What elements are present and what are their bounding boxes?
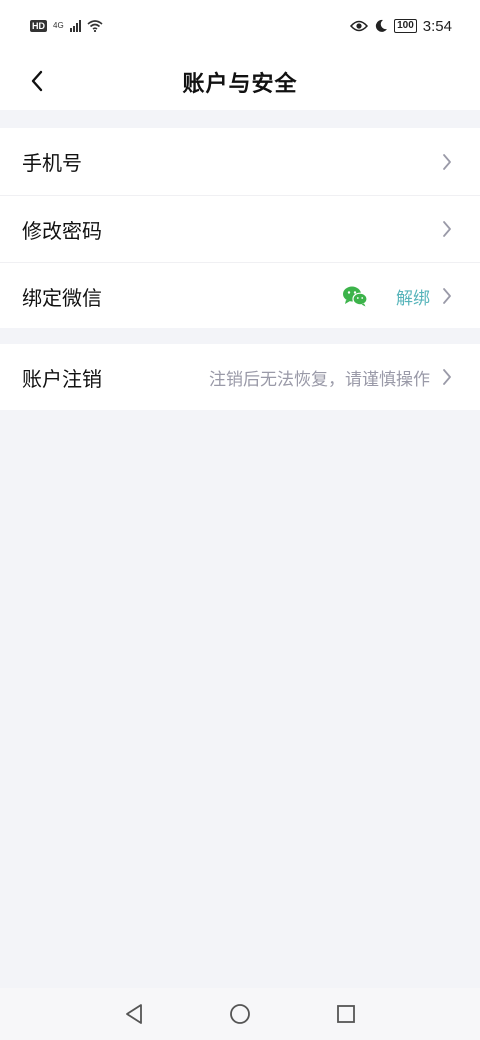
network-type: 4G: [53, 21, 64, 30]
page-title: 账户与安全: [182, 72, 298, 97]
account-settings-card: 手机号 修改密码 绑定微信 解绑: [0, 128, 480, 328]
battery-icon: 100: [394, 19, 417, 33]
phone-right: [430, 152, 454, 172]
chevron-right-icon: [440, 367, 454, 387]
system-nav-bar: [0, 988, 480, 1040]
wechat-icon: [343, 286, 368, 307]
deactivate-account-row[interactable]: 账户注销 注销后无法恢复，请谨慎操作: [0, 344, 480, 410]
deactivate-account-right: 注销后无法恢复，请谨慎操作: [209, 365, 454, 390]
change-password-row[interactable]: 修改密码: [0, 195, 480, 262]
hd-badge: HD: [30, 20, 47, 32]
chevron-right-icon: [440, 152, 454, 172]
status-left: HD 4G: [30, 20, 103, 32]
change-password-label: 修改密码: [22, 218, 102, 243]
wifi-icon: [87, 20, 103, 32]
deactivate-hint: 注销后无法恢复，请谨慎操作: [209, 369, 430, 390]
phone-label: 手机号: [22, 151, 82, 175]
signal-icon: [69, 20, 81, 32]
system-recents-button[interactable]: [334, 1002, 358, 1026]
chevron-right-icon: [440, 219, 454, 239]
system-back-button[interactable]: [122, 1002, 146, 1026]
phone-row[interactable]: 手机号: [0, 128, 480, 195]
deactivate-card: 账户注销 注销后无法恢复，请谨慎操作: [0, 344, 480, 410]
change-password-right: [440, 219, 454, 239]
unbind-wechat-link[interactable]: 解绑: [396, 284, 430, 309]
bind-wechat-label: 绑定微信: [22, 285, 102, 310]
status-bar: HD 4G 100 3:54: [0, 0, 480, 52]
bind-wechat-right: 解绑: [342, 284, 454, 309]
status-right: 100 3:54: [350, 18, 452, 35]
bind-wechat-row[interactable]: 绑定微信 解绑: [0, 262, 480, 329]
home-circle-icon: [230, 1004, 250, 1024]
recents-square-icon: [337, 1005, 355, 1023]
nav-bar: 账户与安全: [0, 52, 480, 110]
system-home-button[interactable]: [228, 1002, 252, 1026]
moon-icon: [375, 19, 388, 32]
back-triangle-icon: [126, 1004, 142, 1024]
status-time: 3:54: [422, 17, 452, 35]
deactivate-account-label: 账户注销: [22, 366, 102, 391]
chevron-right-icon: [440, 286, 454, 306]
eye-icon: [350, 20, 369, 32]
